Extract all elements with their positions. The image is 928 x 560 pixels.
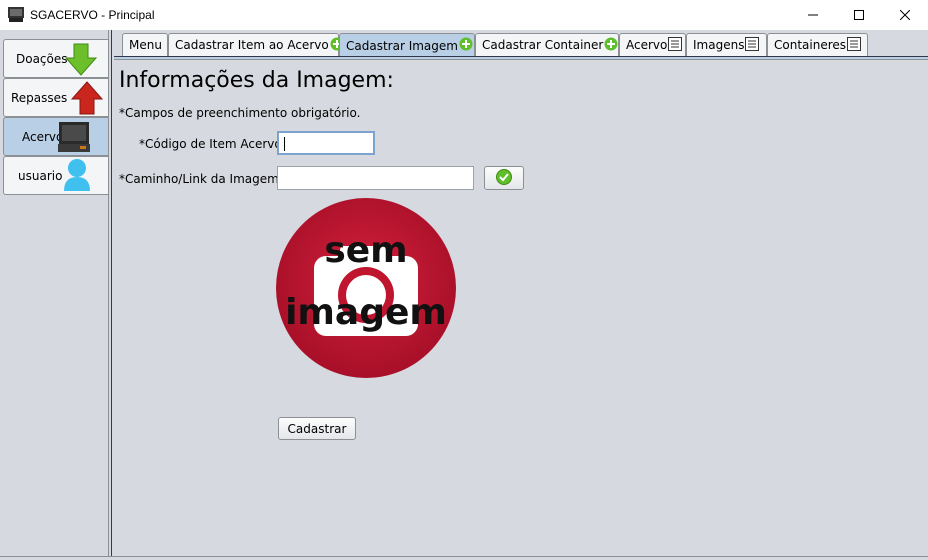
page-title: Informações da Imagem: [119,68,394,93]
cadastrar-imagem-panel: Informações da Imagem: *Campos de preenc… [114,60,928,560]
tab-acervo[interactable]: Acervo [619,33,686,56]
minimize-button[interactable] [790,0,836,30]
codigo-item-acervo-field[interactable] [277,131,375,155]
window-title: SGACERVO - Principal [30,8,155,22]
side-tab-divider [108,30,112,560]
tab-label: Cadastrar Container [482,38,604,52]
tab-label: Containeres [774,38,847,52]
codigo-label: *Código de Item Acervo: [139,137,286,151]
computer-monitor-icon [8,7,24,22]
close-button[interactable] [882,0,928,30]
red-up-arrow-icon [70,81,104,118]
window-bottom-edge [0,556,928,560]
side-tab-usuario[interactable]: usuario [3,156,109,195]
side-tab-doacoes[interactable]: Doações [3,39,109,78]
caminho-link-imagem-field[interactable] [277,166,474,190]
green-check-icon [496,168,512,188]
side-tab-acervo[interactable]: Acervo [3,117,109,156]
list-icon [847,36,862,54]
side-tab-label: Repasses [11,91,68,105]
confirm-image-button[interactable] [484,166,524,190]
user-icon [62,158,92,195]
list-icon [745,36,760,54]
tab-cadastrar-container[interactable]: Cadastrar Container [475,33,619,56]
tab-label: Cadastrar Imagem [346,38,458,53]
side-tab-repasses[interactable]: Repasses [3,78,109,117]
maximize-button[interactable] [836,0,882,30]
caminho-label: *Caminho/Link da Imagem: [119,172,283,186]
tab-label: Acervo [626,38,668,52]
tab-cadastrar-imagem[interactable]: Cadastrar Imagem [339,33,475,57]
no-image-placeholder: sem imagem [276,198,456,378]
tab-label: Cadastrar Item ao Acervo [175,38,329,52]
tab-label: Imagens [693,38,745,52]
plus-icon [604,37,618,54]
tab-containeres[interactable]: Containeres [767,33,868,56]
main-window: Doações Repasses Acervo usuario Menu Cad… [0,30,928,560]
computer-icon [58,121,92,156]
tab-menu[interactable]: Menu [122,33,168,56]
no-image-text-2: imagem [285,292,447,333]
green-down-arrow-icon [64,42,98,79]
plus-icon [459,37,473,54]
tab-cadastrar-item[interactable]: Cadastrar Item ao Acervo [168,33,344,56]
tab-imagens[interactable]: Imagens [686,33,767,56]
side-tab-label: usuario [18,169,63,183]
list-icon [668,36,683,54]
title-bar: SGACERVO - Principal [0,0,928,30]
side-tab-strip: Doações Repasses Acervo usuario [0,30,112,560]
cadastrar-button[interactable]: Cadastrar [278,417,356,440]
text-caret [284,137,285,151]
required-fields-note: *Campos de preenchimento obrigatório. [119,106,361,120]
side-tab-label: Doações [16,52,68,66]
no-image-text-1: sem [324,230,407,271]
tab-label: Menu [129,38,162,52]
